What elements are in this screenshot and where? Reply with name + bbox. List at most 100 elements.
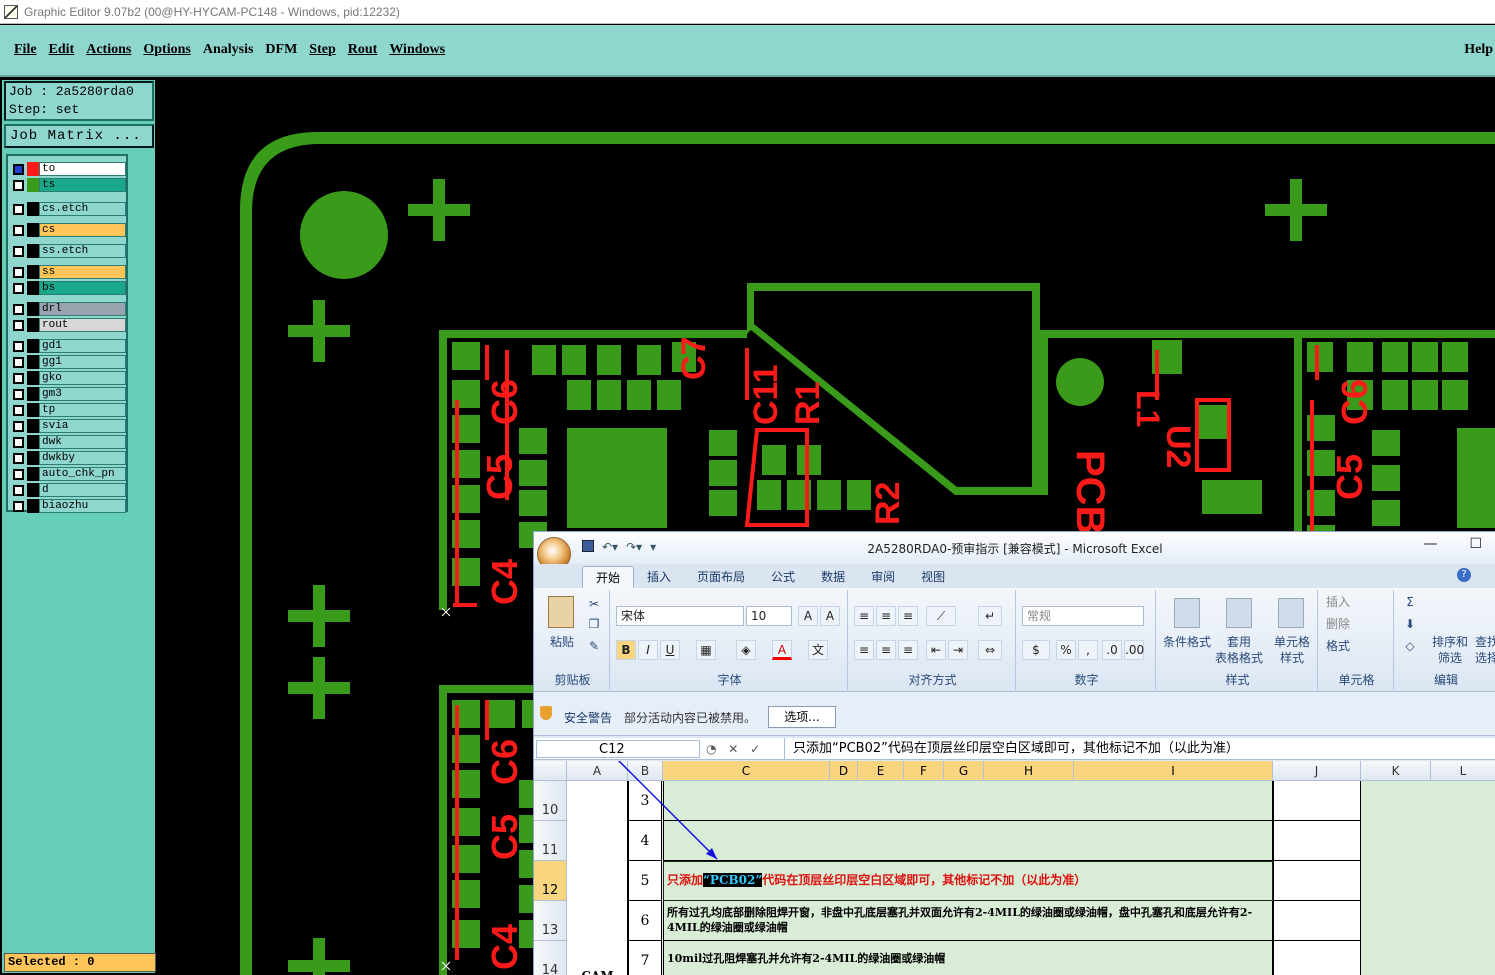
customize-qat-icon[interactable]: ▾ [650, 540, 656, 554]
shrink-font-icon[interactable]: A [820, 606, 840, 626]
menu-analysis[interactable]: Analysis [203, 42, 254, 58]
layer-checkbox[interactable] [13, 468, 24, 480]
layer-name[interactable]: svia [39, 419, 126, 433]
formula-input[interactable]: 只添加“PCB02”代码在顶层丝印层空白区域即可，其他标记不加（以此为准） [784, 738, 1495, 760]
delete-cells-button[interactable]: 删除 [1326, 616, 1386, 632]
layer-name[interactable]: dwkby [39, 451, 126, 465]
grow-font-icon[interactable]: A [798, 606, 818, 626]
layer-name[interactable]: ts [39, 178, 126, 192]
layer-row-to[interactable]: to [10, 162, 126, 176]
layer-checkbox[interactable] [13, 303, 24, 315]
cell-styles-button[interactable]: 单元格 样式 [1268, 634, 1316, 666]
decrease-indent-icon[interactable]: ⇤ [926, 640, 946, 660]
increase-indent-icon[interactable]: ⇥ [948, 640, 968, 660]
layer-row-gd1[interactable]: gd1 [10, 339, 126, 353]
layer-checkbox[interactable] [13, 266, 24, 278]
menu-dfm[interactable]: DFM [265, 42, 297, 58]
menu-options[interactable]: Options [143, 42, 190, 58]
redo-icon[interactable]: ↷▾ [626, 540, 642, 554]
tab-page-layout[interactable]: 页面布局 [684, 566, 758, 588]
menu-windows[interactable]: Windows [389, 42, 445, 58]
comma-icon[interactable]: , [1078, 640, 1098, 660]
layer-name[interactable]: biaozhu [39, 499, 126, 513]
orientation-icon[interactable]: ⟋ [926, 606, 956, 626]
layer-name[interactable]: gd1 [39, 339, 126, 353]
copy-icon[interactable]: ❐ [586, 616, 602, 632]
layer-checkbox[interactable] [13, 179, 24, 191]
percent-icon[interactable]: % [1056, 640, 1076, 660]
layer-name[interactable]: dwk [39, 435, 126, 449]
layer-name[interactable]: ss [39, 265, 126, 279]
menu-rout[interactable]: Rout [348, 42, 378, 58]
layer-row-dwk[interactable]: dwk [10, 435, 126, 449]
tab-view[interactable]: 视图 [908, 566, 958, 588]
align-bottom-icon[interactable]: ≡ [898, 606, 918, 626]
layer-checkbox[interactable] [13, 436, 24, 448]
bold-button[interactable]: B [616, 640, 636, 660]
excel-window[interactable]: 2A5280RDA0-预审指示 [兼容模式] - Microsoft Excel… [533, 531, 1495, 975]
align-middle-icon[interactable]: ≡ [876, 606, 896, 626]
help-icon[interactable]: ? [1457, 568, 1471, 582]
layer-row-ss-etch[interactable]: ss.etch [10, 244, 126, 258]
phonetic-icon[interactable]: 文 [808, 640, 828, 660]
menu-step[interactable]: Step [309, 42, 335, 58]
conditional-format-button[interactable]: 条件格式 [1162, 634, 1212, 650]
layer-checkbox[interactable] [13, 319, 24, 331]
format-as-table-button[interactable]: 套用 表格格式 [1210, 634, 1268, 666]
name-box[interactable]: C12 [536, 740, 700, 758]
minimize-button[interactable]: — [1423, 536, 1437, 552]
layer-name[interactable]: gg1 [39, 355, 126, 369]
cut-icon[interactable]: ✂ [586, 596, 602, 612]
font-size-select[interactable]: 10 [746, 606, 792, 626]
layer-checkbox[interactable] [13, 245, 24, 257]
tab-data[interactable]: 数据 [808, 566, 858, 588]
layer-name[interactable]: d [39, 483, 126, 497]
tab-formulas[interactable]: 公式 [758, 566, 808, 588]
clear-icon[interactable]: ◇ [1400, 638, 1420, 654]
tab-home[interactable]: 开始 [582, 566, 635, 588]
font-color-icon[interactable]: A [772, 640, 792, 660]
menu-actions[interactable]: Actions [86, 42, 131, 58]
layer-row-tp[interactable]: tp [10, 403, 126, 417]
currency-icon[interactable]: $ [1022, 640, 1050, 660]
increase-decimal-icon[interactable]: .0 [1102, 640, 1122, 660]
layer-name[interactable]: drl [39, 302, 126, 316]
menu-edit[interactable]: Edit [49, 42, 75, 58]
layer-checkbox[interactable] [13, 388, 24, 400]
layer-row-bs[interactable]: bs [10, 281, 126, 295]
layer-name[interactable]: bs [39, 281, 126, 295]
paste-button[interactable]: 粘贴 [544, 634, 580, 650]
sort-filter-button[interactable]: 排序和 筛选 [1430, 634, 1470, 666]
underline-button[interactable]: U [660, 640, 680, 660]
layer-row-cs[interactable]: cs [10, 223, 126, 237]
layer-checkbox[interactable] [13, 224, 24, 236]
borders-icon[interactable]: ▦ [696, 640, 716, 660]
paste-icon[interactable] [548, 596, 574, 628]
layer-name[interactable]: tp [39, 403, 126, 417]
job-matrix-button[interactable]: Job Matrix ... [4, 124, 154, 148]
layer-row-gko[interactable]: gko [10, 371, 126, 385]
menu-file[interactable]: File [14, 42, 37, 58]
layer-name[interactable]: gko [39, 371, 126, 385]
tab-insert[interactable]: 插入 [634, 566, 684, 588]
layer-checkbox[interactable] [13, 356, 24, 368]
layer-checkbox[interactable] [13, 282, 24, 294]
layer-checkbox[interactable] [13, 500, 24, 512]
layer-row-dwkby[interactable]: dwkby [10, 451, 126, 465]
layer-name[interactable]: ss.etch [39, 244, 126, 258]
menu-help[interactable]: Help [1464, 42, 1493, 58]
layer-row-d[interactable]: d [10, 483, 126, 497]
font-name-select[interactable]: 宋体 [616, 606, 744, 626]
wrap-text-icon[interactable]: ↵ [978, 606, 1002, 626]
layer-name[interactable]: gm3 [39, 387, 126, 401]
layer-row-gg1[interactable]: gg1 [10, 355, 126, 369]
layer-row-ts[interactable]: ts [10, 178, 126, 192]
options-button[interactable]: 选项... [768, 706, 836, 728]
maximize-button[interactable]: ☐ [1469, 536, 1482, 552]
save-icon[interactable] [582, 540, 594, 552]
find-select-button[interactable]: 查找 选择 [1472, 634, 1495, 666]
insert-cells-button[interactable]: 插入 [1326, 594, 1386, 610]
decrease-decimal-icon[interactable]: .00 [1124, 640, 1144, 660]
layer-checkbox[interactable] [13, 420, 24, 432]
align-top-icon[interactable]: ≡ [854, 606, 874, 626]
